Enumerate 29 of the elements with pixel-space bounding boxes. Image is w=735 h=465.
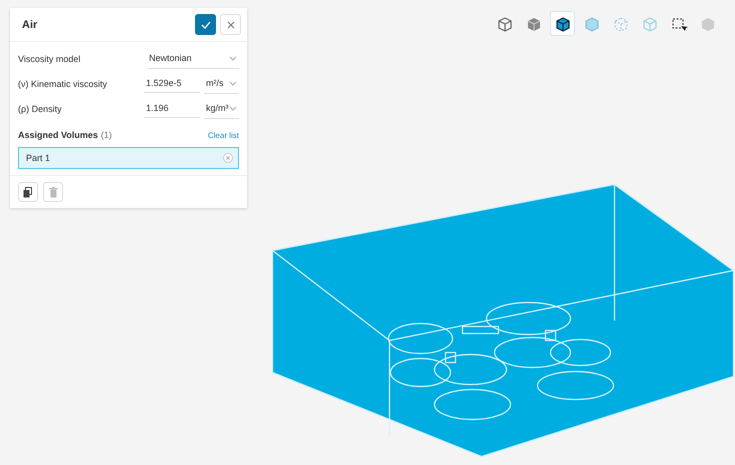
copy-button[interactable] (18, 182, 38, 202)
panel-title: Air (22, 18, 38, 30)
chevron-down-icon (229, 106, 237, 110)
section-title: Assigned Volumes (18, 130, 98, 140)
close-icon (226, 20, 234, 28)
item-count: (1) (100, 130, 113, 140)
transparent-cube-icon (582, 14, 600, 32)
clear-list-link[interactable]: Clear list (208, 130, 239, 140)
copy-icon (23, 186, 33, 198)
remove-icon[interactable] (223, 153, 233, 163)
check-icon (200, 20, 210, 30)
field-label: (ρ) Density (18, 104, 63, 114)
dropdown[interactable]: Newtonian (147, 48, 239, 68)
shaded-cube-icon (554, 14, 572, 32)
chevron-down-icon (229, 56, 237, 60)
close-button[interactable] (220, 14, 241, 35)
view-mode-button[interactable] (550, 11, 575, 36)
trash-icon (48, 186, 58, 198)
dotted-cube-icon (612, 14, 630, 32)
unit-dropdown[interactable]: kg/m³ (204, 98, 239, 118)
chevron-down-icon (229, 80, 237, 86)
confirm-button[interactable] (195, 14, 216, 35)
unit-dropdown[interactable]: m²/s (204, 74, 239, 94)
wireframe-cube-icon (496, 14, 514, 32)
field-label: Viscosity model (18, 54, 82, 64)
outline-cube-icon (640, 14, 658, 32)
assigned-volume-item[interactable]: Part 1 (18, 147, 239, 169)
delete-button[interactable] (43, 182, 63, 202)
field-label: (ν) Kinematic viscosity (18, 78, 108, 88)
